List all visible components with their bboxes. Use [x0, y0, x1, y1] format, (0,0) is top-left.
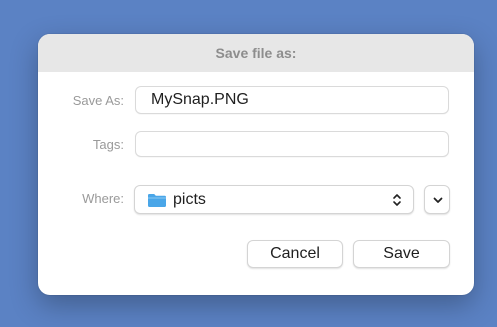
expand-button[interactable]	[424, 185, 450, 214]
where-label: Where:	[82, 191, 124, 206]
save-as-label: Save As:	[72, 93, 124, 108]
cancel-button[interactable]: Cancel	[247, 240, 343, 268]
where-value: picts	[173, 191, 206, 208]
save-as-field[interactable]: MySnap.PNG	[135, 86, 449, 114]
chevron-up-down-icon	[393, 194, 401, 206]
save-button[interactable]: Save	[353, 240, 450, 268]
tags-field[interactable]	[135, 131, 449, 157]
dialog-titlebar: Save file as:	[38, 34, 474, 72]
save-as-value: MySnap.PNG	[151, 91, 249, 108]
folder-icon	[148, 194, 166, 207]
save-dialog: Save file as: Save As: MySnap.PNG Tags: …	[38, 34, 474, 295]
chevron-down-icon	[433, 197, 443, 203]
where-popup[interactable]: picts	[134, 185, 414, 214]
dialog-title: Save file as:	[215, 45, 297, 61]
tags-label: Tags:	[92, 137, 124, 152]
